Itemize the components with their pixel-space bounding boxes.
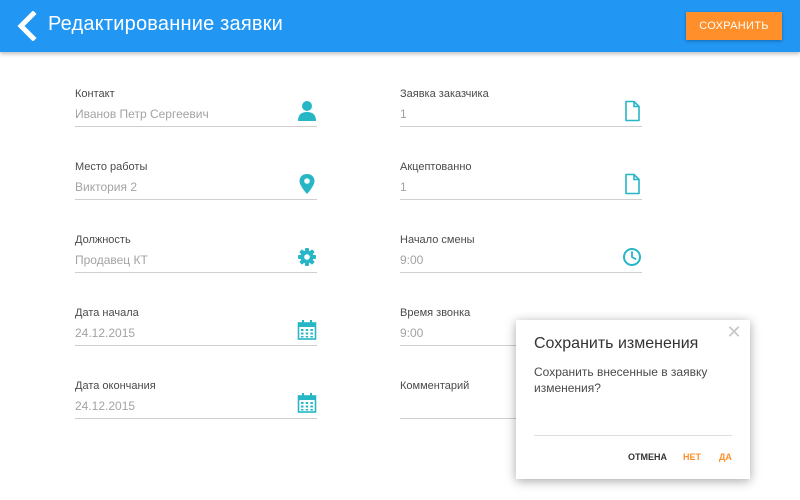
field-value[interactable]: 9:00 — [400, 326, 423, 340]
save-confirm-dialog: ✕ Сохранить изменения Сохранить внесенны… — [516, 320, 750, 479]
field-underline — [75, 345, 317, 346]
field-value[interactable]: Виктория 2 — [75, 180, 137, 194]
field-value[interactable]: 9:00 — [400, 253, 423, 267]
top-app-bar: Редактированние заявки СОХРАНИТЬ — [0, 0, 800, 52]
field-label: Акцептованно — [400, 161, 472, 173]
field-value[interactable]: 1 — [400, 180, 407, 194]
accepted-field[interactable]: Акцептованно 1 — [400, 161, 642, 213]
location-pin-icon[interactable] — [297, 173, 317, 195]
field-label: Начало смены — [400, 234, 475, 246]
dialog-title: Сохранить изменения — [534, 335, 699, 352]
field-label: Время звонка — [400, 307, 471, 319]
customer-request-field[interactable]: Заявка заказчика 1 — [400, 88, 642, 140]
field-label: Дата окончания — [75, 380, 156, 392]
shift-start-field[interactable]: Начало смены 9:00 — [400, 234, 642, 286]
dialog-message: Сохранить внесенные в заявку изменения? — [534, 365, 708, 395]
field-underline — [400, 272, 642, 273]
field-underline — [75, 126, 317, 127]
document-icon[interactable] — [622, 100, 642, 122]
workplace-field[interactable]: Место работы Виктория 2 — [75, 161, 317, 213]
field-value[interactable]: Иванов Петр Сергеевич — [75, 107, 209, 121]
page-title: Редактированние заявки — [48, 13, 284, 35]
save-button[interactable]: СОХРАНИТЬ — [686, 12, 782, 40]
cancel-button[interactable]: ОТМЕНА — [628, 452, 667, 462]
document-icon[interactable] — [622, 173, 642, 195]
calendar-icon[interactable] — [297, 392, 317, 414]
yes-button[interactable]: ДА — [719, 452, 732, 462]
dialog-divider — [534, 435, 732, 436]
position-field[interactable]: Должность Продавец КТ — [75, 234, 317, 286]
field-label: Заявка заказчика — [400, 88, 489, 100]
field-underline — [75, 272, 317, 273]
back-button[interactable] — [14, 10, 40, 42]
field-value[interactable]: 24.12.2015 — [75, 326, 135, 340]
field-underline — [75, 418, 317, 419]
close-icon[interactable]: ✕ — [726, 323, 742, 341]
chevron-left-icon — [17, 10, 37, 42]
field-label: Контакт — [75, 88, 115, 100]
no-button[interactable]: НЕТ — [683, 452, 701, 462]
field-value[interactable]: 24.12.2015 — [75, 399, 135, 413]
calendar-icon[interactable] — [297, 319, 317, 341]
field-value[interactable]: 1 — [400, 107, 407, 121]
field-value[interactable]: Продавец КТ — [75, 253, 148, 267]
field-underline — [75, 199, 317, 200]
end-date-field[interactable]: Дата окончания 24.12.2015 — [75, 380, 317, 432]
field-label: Комментарий — [400, 380, 470, 392]
start-date-field[interactable]: Дата начала 24.12.2015 — [75, 307, 317, 359]
field-underline — [400, 126, 642, 127]
person-icon[interactable] — [297, 100, 317, 122]
gear-icon[interactable] — [297, 246, 317, 268]
contact-field[interactable]: Контакт Иванов Петр Сергеевич — [75, 88, 317, 140]
field-label: Должность — [75, 234, 131, 246]
field-underline — [400, 199, 642, 200]
field-label: Место работы — [75, 161, 148, 173]
clock-icon[interactable] — [622, 246, 642, 268]
field-label: Дата начала — [75, 307, 139, 319]
